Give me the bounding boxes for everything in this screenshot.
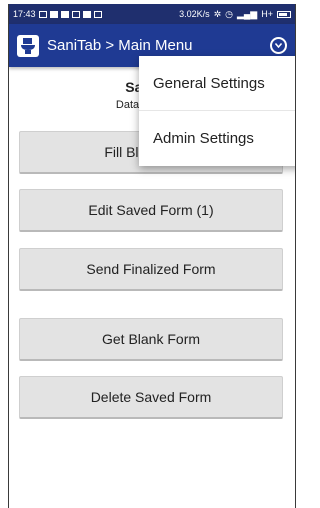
toilet-icon xyxy=(21,37,35,54)
signal-icon: ▂▄▆ xyxy=(237,8,258,19)
notification-icon xyxy=(38,10,47,18)
overflow-menu: General Settings Admin Settings xyxy=(139,56,295,166)
sanitab-logo-icon xyxy=(17,34,39,57)
chevron-down-icon xyxy=(275,43,282,48)
status-bar: 17:43 3.02K/s ✲ ◷ ▂▄▆ H+ xyxy=(9,4,295,24)
delete-saved-form-button[interactable]: Delete Saved Form xyxy=(19,376,283,419)
status-time: 17:43 xyxy=(13,9,36,19)
mail-icon xyxy=(49,10,58,18)
edit-saved-form-button[interactable]: Edit Saved Form (1) xyxy=(19,189,283,232)
app-title: SaniTab > Main Menu xyxy=(47,37,193,54)
bluetooth-icon: ✲ xyxy=(213,8,222,19)
phone-frame: 17:43 3.02K/s ✲ ◷ ▂▄▆ H+ SaniTab > Main … xyxy=(8,4,296,508)
alarm-icon: ◷ xyxy=(225,8,233,19)
net-speed: 3.02K/s xyxy=(179,9,210,19)
get-blank-form-button[interactable]: Get Blank Form xyxy=(19,318,283,361)
mail-icon-3 xyxy=(82,10,91,18)
menu-item-admin-settings[interactable]: Admin Settings xyxy=(139,111,295,166)
status-left: 17:43 xyxy=(13,9,102,19)
network-type: H+ xyxy=(261,9,273,19)
message-icon xyxy=(60,10,69,18)
mail-icon-2 xyxy=(71,10,80,18)
send-finalized-form-button[interactable]: Send Finalized Form xyxy=(19,248,283,291)
battery-icon xyxy=(277,10,291,18)
menu-item-general-settings[interactable]: General Settings xyxy=(139,56,295,111)
image-icon xyxy=(93,10,102,18)
overflow-menu-icon[interactable] xyxy=(270,37,287,54)
status-right: 3.02K/s ✲ ◷ ▂▄▆ H+ xyxy=(179,9,291,20)
